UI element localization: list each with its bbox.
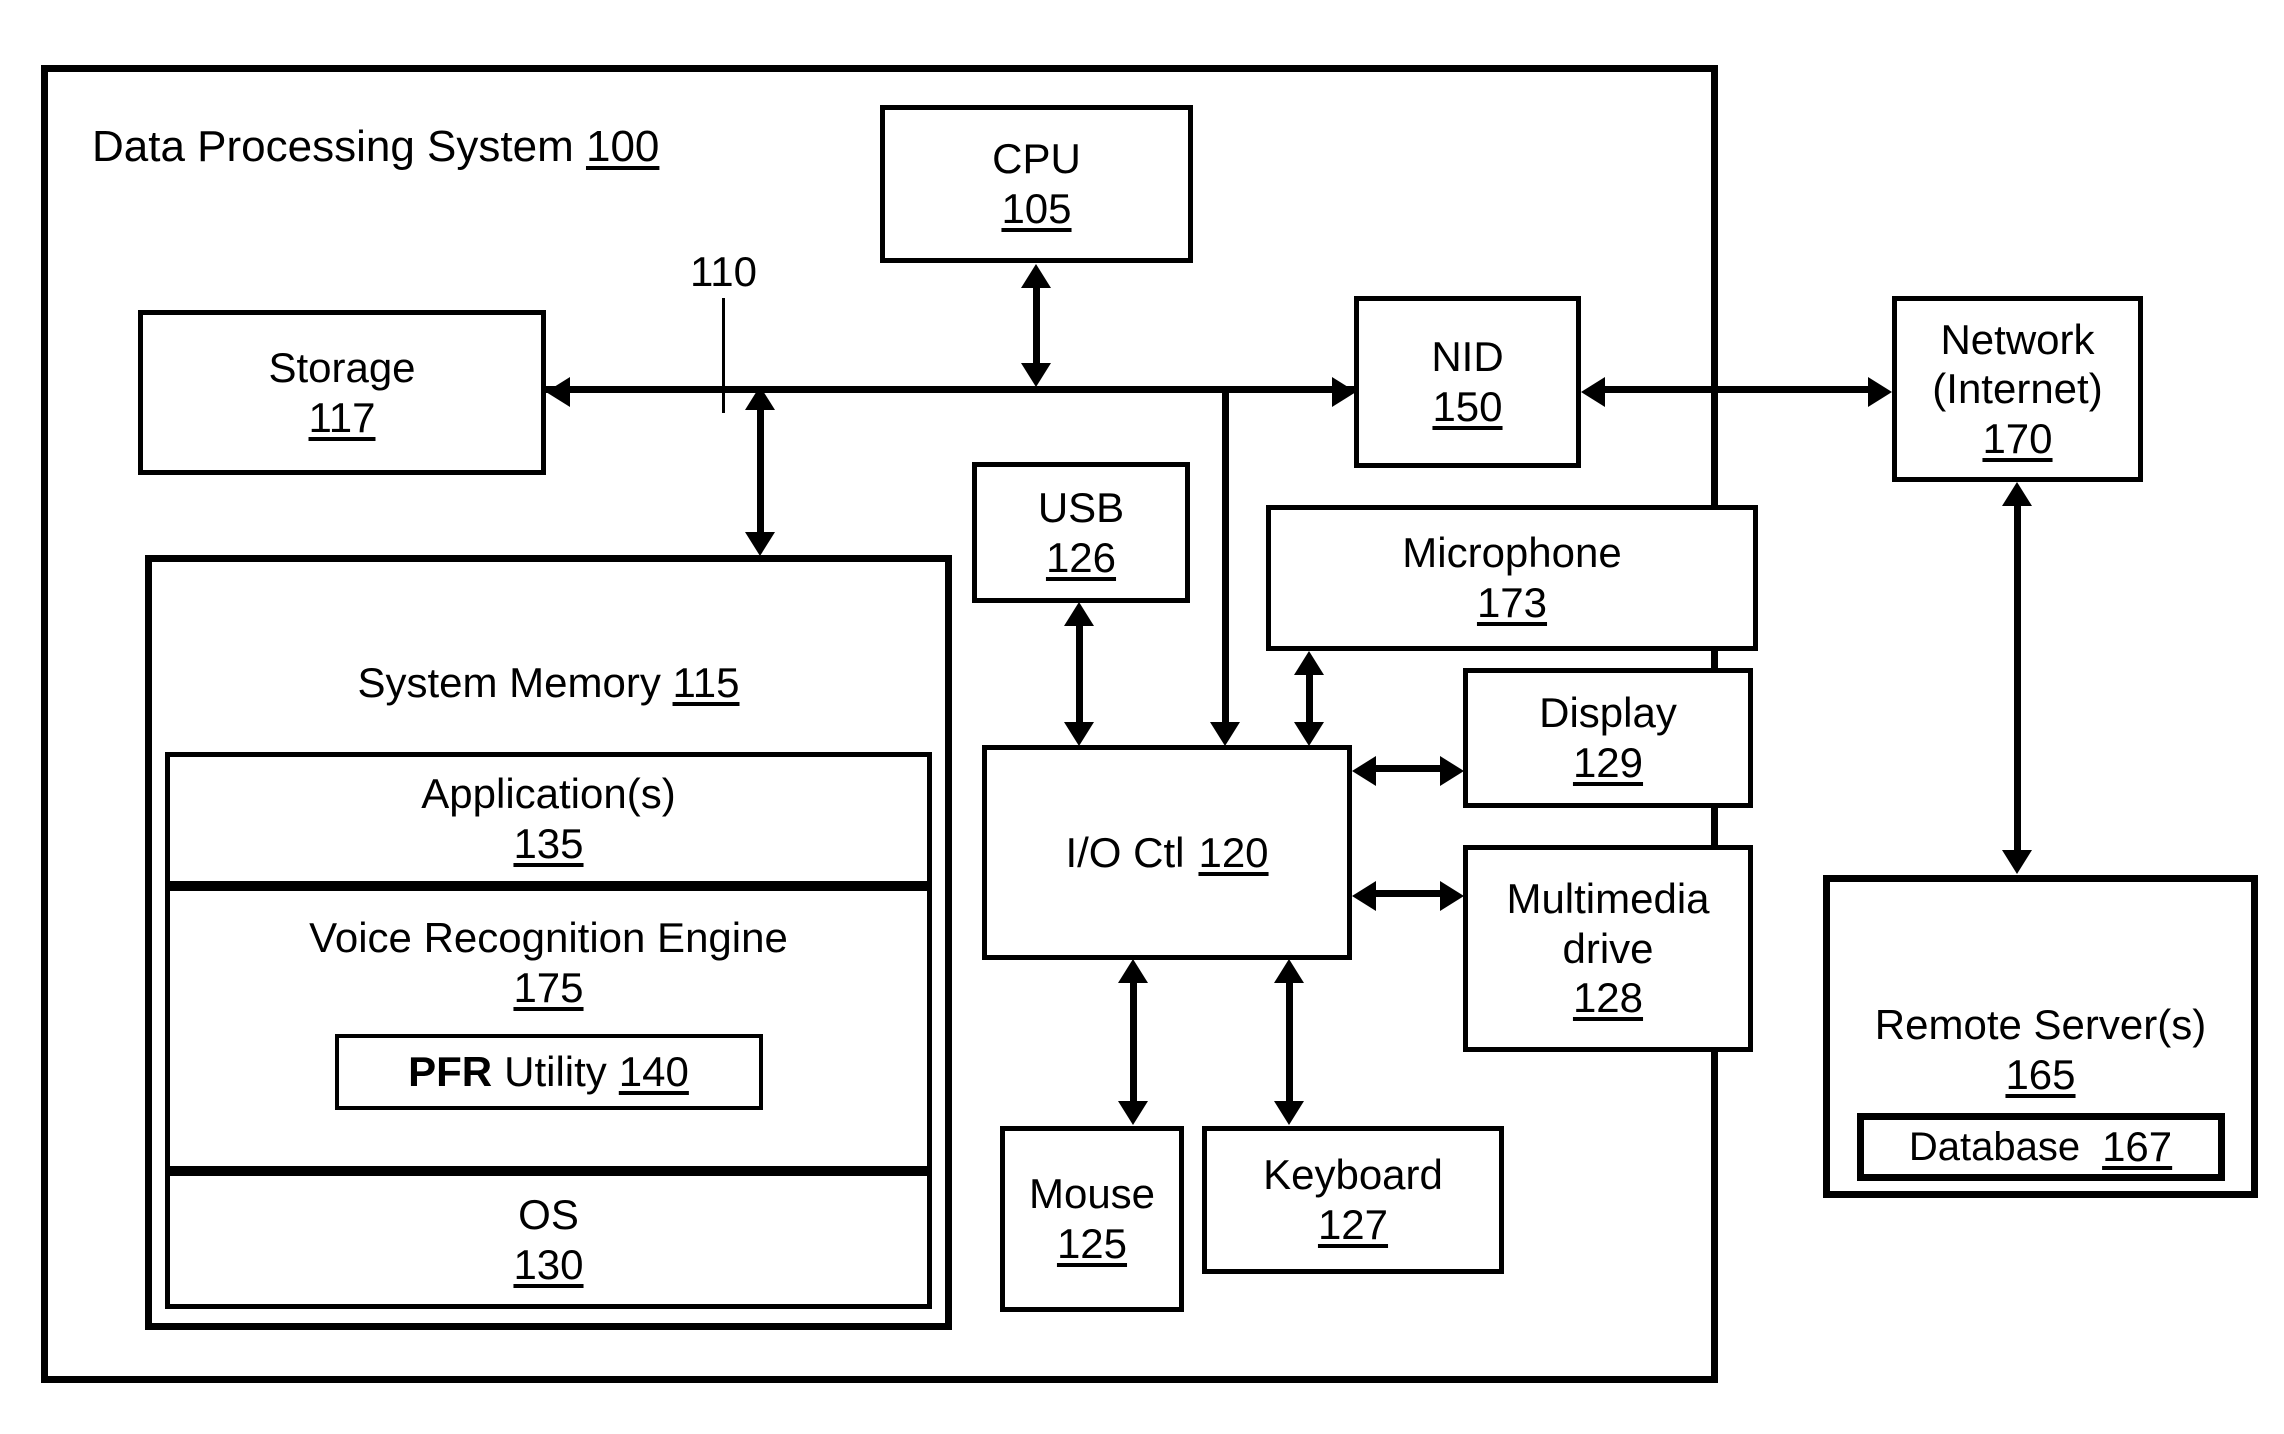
multimedia-drive-label: Multimedia [1506, 875, 1710, 923]
system-memory-label: System Memory [357, 659, 661, 706]
ioctl-display-connector [1372, 765, 1442, 772]
usb-ioctl-down-arrowhead [1064, 722, 1094, 746]
keyboard-block: Keyboard 127 [1202, 1126, 1504, 1274]
io-controller-block: I/O Ctl 120 [982, 745, 1352, 960]
bus-to-nid-arrowhead [1332, 377, 1356, 407]
usb-label: USB [1037, 483, 1125, 531]
system-bus-line [546, 386, 1356, 393]
ioctl-keyboard-up-arrowhead [1274, 959, 1304, 983]
ioctl-mouse-connector [1130, 980, 1137, 1105]
bus-ioctl-connector [1222, 386, 1229, 726]
microphone-ioctl-down-arrowhead [1294, 722, 1324, 746]
bus-leader-line [722, 298, 725, 413]
nid-network-left-arrowhead [1581, 377, 1605, 407]
cpu-connector-down-arrowhead [1021, 363, 1051, 387]
network-connector-up-arrowhead [2002, 482, 2032, 506]
ioctl-display-right-arrowhead [1440, 756, 1464, 786]
database-label: Database [1908, 1124, 2081, 1169]
bus-reference-number: 110 [690, 248, 757, 295]
system-title-label: Data Processing System [92, 122, 574, 171]
os-ref: 130 [513, 1241, 584, 1288]
mouse-ref: 125 [1056, 1220, 1128, 1267]
cpu-block: CPU 105 [880, 105, 1193, 263]
applications-block: Application(s) 135 [165, 752, 932, 886]
mouse-block: Mouse 125 [1000, 1126, 1184, 1312]
network-ref: 170 [1982, 414, 2053, 462]
os-label: OS [518, 1190, 579, 1238]
nid-network-right-arrowhead [1868, 377, 1892, 407]
remote-server-ref: 165 [2005, 1050, 2076, 1098]
bus-to-storage-arrowhead [546, 377, 570, 407]
display-ref: 129 [1572, 739, 1644, 786]
network-remote-server-connector [2014, 503, 2021, 853]
ioctl-multimedia-left-arrowhead [1352, 881, 1376, 911]
pfr-utility-label: Utility [504, 1048, 607, 1095]
system-title-ref: 100 [585, 122, 660, 171]
keyboard-ref: 127 [1317, 1201, 1389, 1248]
io-controller-label: I/O Ctl [1065, 828, 1185, 876]
display-block: Display 129 [1463, 668, 1753, 808]
voice-recognition-engine-ref: 175 [513, 964, 584, 1012]
nid-label: NID [1431, 333, 1504, 381]
microphone-ref: 173 [1476, 579, 1548, 626]
remote-server-label: Remote Server(s) [1874, 1001, 2207, 1048]
page-title: Data Processing System 100 [92, 122, 659, 172]
network-connector-down-arrowhead [2002, 850, 2032, 874]
os-block: OS 130 [165, 1171, 932, 1309]
system-memory-header: System Memory 115 [357, 658, 739, 708]
remote-server-block: Remote Server(s) 165 Database 167 [1823, 875, 2258, 1198]
io-controller-ref: 120 [1198, 828, 1269, 876]
keyboard-label: Keyboard [1263, 1151, 1443, 1199]
database-block: Database 167 [1856, 1113, 2225, 1182]
microphone-ioctl-connector [1306, 670, 1313, 727]
network-block: Network (Internet) 170 [1892, 296, 2143, 482]
microphone-block: Microphone 173 [1266, 505, 1758, 651]
cpu-bus-connector [1033, 285, 1040, 367]
cpu-connector-up-arrowhead [1021, 264, 1051, 288]
pfr-utility-ref: 140 [618, 1048, 689, 1095]
ioctl-mouse-down-arrowhead [1118, 1101, 1148, 1125]
multimedia-drive-ref: 128 [1572, 974, 1644, 1022]
patent-figure-canvas: Data Processing System 100 110 CPU 105 S… [0, 0, 2284, 1434]
multimedia-drive-block: Multimedia drive 128 [1463, 845, 1753, 1052]
network-label: Network [1940, 315, 2095, 363]
usb-block: USB 126 [972, 462, 1190, 603]
cpu-ref: 105 [1001, 185, 1072, 232]
ioctl-keyboard-down-arrowhead [1274, 1101, 1304, 1125]
display-label: Display [1539, 689, 1677, 737]
usb-ref: 126 [1045, 533, 1117, 581]
storage-memory-down-arrowhead [745, 532, 775, 556]
nid-block: NID 150 [1354, 296, 1581, 468]
pfr-utility-label-bold: PFR [408, 1048, 493, 1095]
database-ref: 167 [2102, 1123, 2173, 1171]
pfr-utility-block: PFR Utility 140 [334, 1033, 763, 1110]
storage-block: Storage 117 [138, 310, 546, 475]
ioctl-multimedia-connector [1372, 890, 1442, 897]
cpu-label: CPU [992, 135, 1081, 183]
voice-recognition-engine-label: Voice Recognition Engine [309, 914, 788, 961]
ioctl-display-left-arrowhead [1352, 756, 1376, 786]
usb-ioctl-up-arrowhead [1064, 602, 1094, 626]
ioctl-multimedia-right-arrowhead [1440, 881, 1464, 911]
ioctl-mouse-up-arrowhead [1118, 959, 1148, 983]
storage-memory-connector [757, 405, 764, 535]
applications-label: Application(s) [421, 769, 676, 817]
microphone-label: Microphone [1402, 529, 1622, 577]
microphone-ioctl-up-arrowhead [1294, 651, 1324, 675]
usb-ioctl-connector [1076, 622, 1083, 727]
storage-memory-up-arrowhead [745, 386, 775, 410]
voice-recognition-engine-block: Voice Recognition Engine 175 PFR Utility… [165, 886, 932, 1171]
system-memory-ref: 115 [672, 659, 740, 706]
multimedia-drive-label-secondary: drive [1562, 924, 1654, 972]
bus-ioctl-down-arrowhead [1210, 722, 1240, 746]
applications-ref: 135 [513, 820, 584, 867]
storage-label: Storage [268, 343, 416, 391]
storage-ref: 117 [308, 393, 376, 441]
nid-network-connector [1602, 386, 1870, 393]
nid-ref: 150 [1432, 383, 1503, 430]
network-label-secondary: (Internet) [1932, 365, 2103, 413]
ioctl-keyboard-connector [1286, 980, 1293, 1105]
mouse-label: Mouse [1028, 1170, 1156, 1218]
